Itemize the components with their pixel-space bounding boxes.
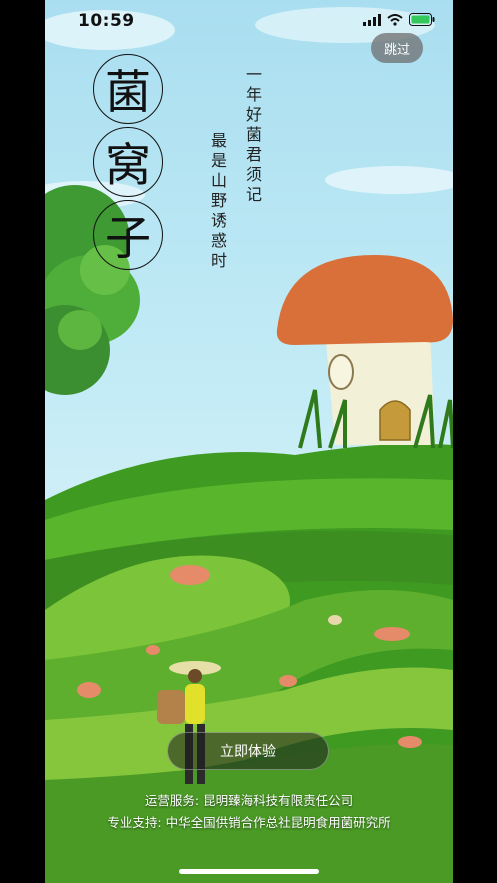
- try-now-button[interactable]: 立即体验: [167, 732, 329, 770]
- mushroom-house: [276, 255, 453, 449]
- operator-credit: 运营服务: 昆明臻海科技有限责任公司: [144, 793, 354, 808]
- poem-line-2: 最是山野诱惑时: [208, 132, 227, 272]
- wifi-icon: [387, 13, 403, 26]
- splash-screen: 10:59 跳过 菌 窝 子 一年好菌君须记 最是山野诱惑时 立即体验 运营服务: [45, 0, 453, 883]
- status-time: 10:59: [78, 11, 135, 31]
- battery-icon: [409, 13, 435, 26]
- poem-line-1: 一年好菌君须记: [243, 66, 262, 206]
- signal-icon: [363, 13, 381, 26]
- skip-button[interactable]: 跳过: [371, 33, 423, 63]
- title-char: 子: [93, 200, 163, 270]
- title-char: 菌: [93, 54, 163, 124]
- support-credit: 专业支持: 中华全国供销合作总社昆明食用菌研究所: [107, 815, 391, 830]
- status-icons: [363, 13, 435, 26]
- home-indicator[interactable]: [179, 869, 319, 874]
- title-char: 窝: [93, 127, 163, 197]
- app-title: 菌 窝 子: [93, 54, 165, 273]
